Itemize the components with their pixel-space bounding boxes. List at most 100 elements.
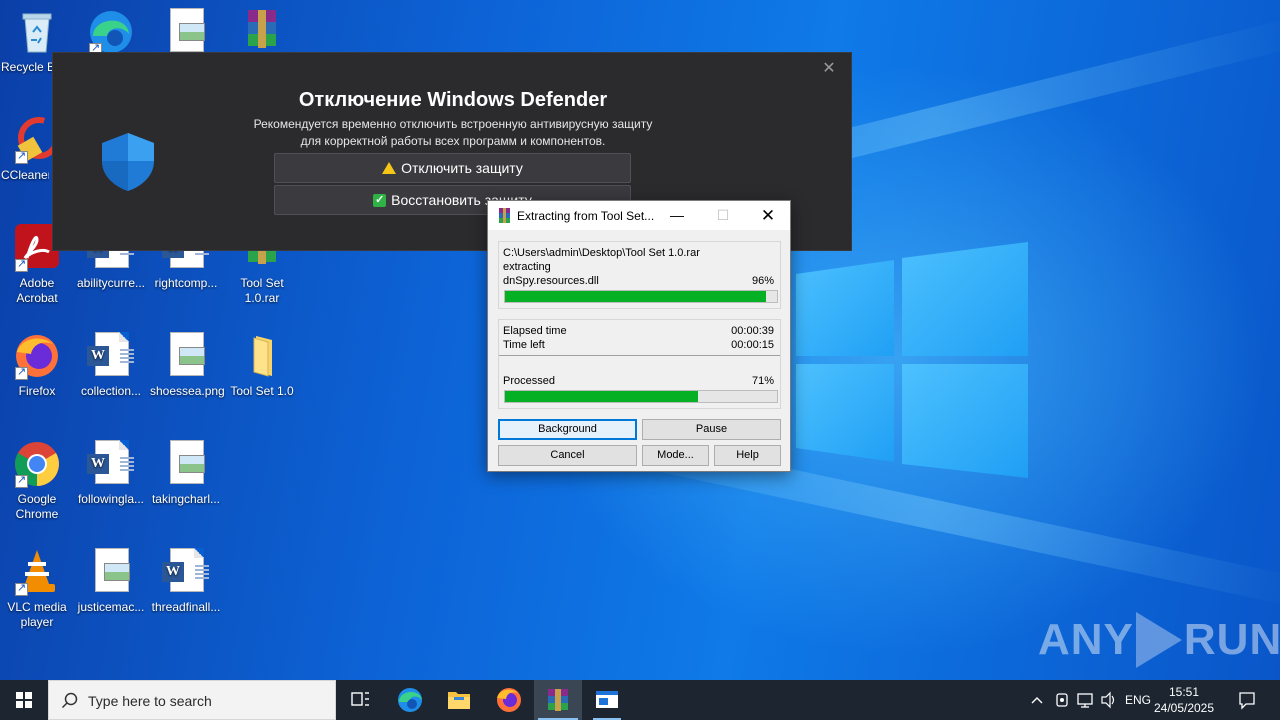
page-fold bbox=[119, 440, 129, 450]
taskbar-winrar[interactable] bbox=[534, 680, 582, 720]
taskbar-file-explorer[interactable] bbox=[435, 680, 483, 720]
word-doc-icon: W bbox=[162, 548, 210, 596]
time-left-value: 00:00:15 bbox=[731, 339, 774, 351]
taskbar: Type here to search ENG 15:51 24/05/2025 bbox=[0, 680, 1280, 720]
current-file: dnSpy.resources.dll bbox=[503, 275, 599, 287]
show-hidden-icons-button[interactable] bbox=[1027, 680, 1047, 720]
divider bbox=[499, 355, 780, 356]
close-icon[interactable]: ✕ bbox=[819, 59, 839, 79]
notification-icon bbox=[1239, 692, 1255, 710]
firefox-icon bbox=[497, 688, 521, 712]
text-lines bbox=[120, 457, 134, 471]
clock-date: 24/05/2025 bbox=[1153, 701, 1215, 715]
desktop-icon-firefox[interactable]: Firefox bbox=[1, 332, 73, 399]
file-progress-fill bbox=[505, 291, 767, 302]
chrome-icon bbox=[13, 440, 61, 488]
firefox-icon bbox=[13, 332, 61, 380]
taskbar-edge[interactable] bbox=[386, 680, 434, 720]
task-view-button[interactable] bbox=[336, 680, 384, 720]
background-button[interactable]: Background bbox=[498, 419, 637, 440]
speaker-icon bbox=[1101, 691, 1115, 709]
image-file-icon bbox=[87, 548, 135, 596]
edge-icon bbox=[87, 8, 135, 56]
shield-icon bbox=[102, 133, 154, 191]
word-doc-icon: W bbox=[87, 440, 135, 488]
desktop-icon-justicemac[interactable]: justicemac... bbox=[75, 548, 147, 615]
desktop-icon-label: rightcomp... bbox=[154, 276, 218, 290]
start-button[interactable] bbox=[0, 680, 48, 720]
search-placeholder: Type here to search bbox=[88, 693, 212, 709]
picture-thumbnail bbox=[179, 347, 205, 365]
shortcut-arrow-icon bbox=[15, 257, 28, 272]
desktop-icon-google-chrome[interactable]: Google Chrome bbox=[1, 440, 73, 522]
word-badge-icon: W bbox=[87, 346, 109, 366]
edge-icon bbox=[398, 688, 422, 712]
time-left-label: Time left bbox=[503, 339, 545, 351]
desktop-icon-threadfinall[interactable]: W threadfinall... bbox=[150, 548, 222, 615]
windows-start-icon bbox=[16, 692, 32, 708]
file-progress-panel: C:\Users\admin\Desktop\Tool Set 1.0.rar … bbox=[498, 241, 781, 309]
title-bar[interactable]: Extracting from Tool Set... — ☐ ✕ bbox=[488, 201, 790, 230]
tray-network[interactable] bbox=[1074, 680, 1096, 720]
desktop-icon-label: VLC media player bbox=[7, 600, 67, 629]
desktop-icon-label: abilitycurre... bbox=[76, 276, 146, 290]
taskbar-firefox[interactable] bbox=[485, 680, 533, 720]
language-indicator[interactable]: ENG bbox=[1124, 680, 1152, 720]
elapsed-value: 00:00:39 bbox=[731, 325, 774, 337]
image-file-icon bbox=[162, 332, 210, 380]
maximize-button: ☐ bbox=[716, 207, 730, 223]
desktop-icon-followingla[interactable]: W followingla... bbox=[75, 440, 147, 507]
text-lines bbox=[195, 565, 209, 579]
taskbar-search-box[interactable]: Type here to search bbox=[48, 680, 336, 720]
desktop-icon-label: shoessea.png bbox=[150, 384, 225, 398]
tray-security[interactable] bbox=[1051, 680, 1073, 720]
page-fold bbox=[119, 332, 129, 342]
watermark-left: ANY bbox=[1038, 615, 1134, 664]
chevron-up-icon bbox=[1031, 697, 1043, 704]
desktop-icon-label: Tool Set 1.0 bbox=[230, 384, 294, 398]
help-button[interactable]: Help bbox=[714, 445, 781, 466]
desktop-icon-label: Recycle Bin bbox=[1, 60, 53, 74]
play-icon bbox=[1135, 612, 1182, 668]
notification-button[interactable] bbox=[1236, 680, 1258, 720]
file-explorer-icon bbox=[448, 692, 470, 709]
window-title: Extracting from Tool Set... bbox=[517, 209, 655, 223]
image-file-icon bbox=[162, 440, 210, 488]
processed-label: Processed bbox=[503, 375, 555, 387]
desktop-icon-tool-set-folder[interactable]: Tool Set 1.0 bbox=[226, 332, 298, 399]
disable-protection-button[interactable]: Отключить защиту bbox=[274, 153, 631, 183]
clock-time: 15:51 bbox=[1168, 685, 1200, 699]
recycle-bin-icon bbox=[13, 8, 61, 56]
task-view-icon bbox=[351, 692, 369, 706]
desktop-icon-collection[interactable]: W collection... bbox=[75, 332, 147, 399]
minimize-button[interactable]: — bbox=[654, 201, 700, 230]
desktop-icon-label: Firefox bbox=[18, 384, 56, 398]
mode-button[interactable]: Mode... bbox=[642, 445, 709, 466]
close-button[interactable]: ✕ bbox=[745, 201, 791, 230]
desktop-icon-label: CCleaner bbox=[1, 168, 49, 182]
desktop-icon-shoessea[interactable]: shoessea.png bbox=[150, 332, 225, 399]
taskbar-app-window[interactable] bbox=[583, 680, 631, 720]
clock[interactable]: 15:51 24/05/2025 bbox=[1152, 684, 1216, 716]
action-label: extracting bbox=[503, 261, 551, 273]
cancel-button[interactable]: Cancel bbox=[498, 445, 637, 466]
shortcut-arrow-icon bbox=[15, 149, 28, 164]
doc-page bbox=[170, 440, 205, 484]
desktop-icon-vlc[interactable]: VLC media player bbox=[1, 548, 73, 630]
search-icon bbox=[61, 692, 78, 709]
word-badge-icon: W bbox=[162, 562, 184, 582]
picture-thumbnail bbox=[179, 455, 205, 473]
desktop-icon-label: Tool Set 1.0.rar bbox=[240, 276, 284, 305]
security-tray-icon bbox=[1056, 693, 1068, 707]
doc-page bbox=[170, 8, 205, 52]
overlay-title: Отключение Windows Defender bbox=[298, 89, 608, 111]
desktop-icon-label: takingcharl... bbox=[151, 492, 221, 506]
app-window-icon bbox=[596, 691, 618, 708]
tray-volume[interactable] bbox=[1098, 680, 1120, 720]
disable-protection-label: Отключить защиту bbox=[401, 160, 523, 176]
pause-button[interactable]: Pause bbox=[642, 419, 781, 440]
winrar-extract-dialog: Extracting from Tool Set... — ☐ ✕ C:\Use… bbox=[487, 200, 791, 472]
picture-thumbnail bbox=[179, 23, 205, 41]
desktop-icon-takingcharl[interactable]: takingcharl... bbox=[150, 440, 222, 507]
desktop-icon-label: collection... bbox=[80, 384, 142, 398]
